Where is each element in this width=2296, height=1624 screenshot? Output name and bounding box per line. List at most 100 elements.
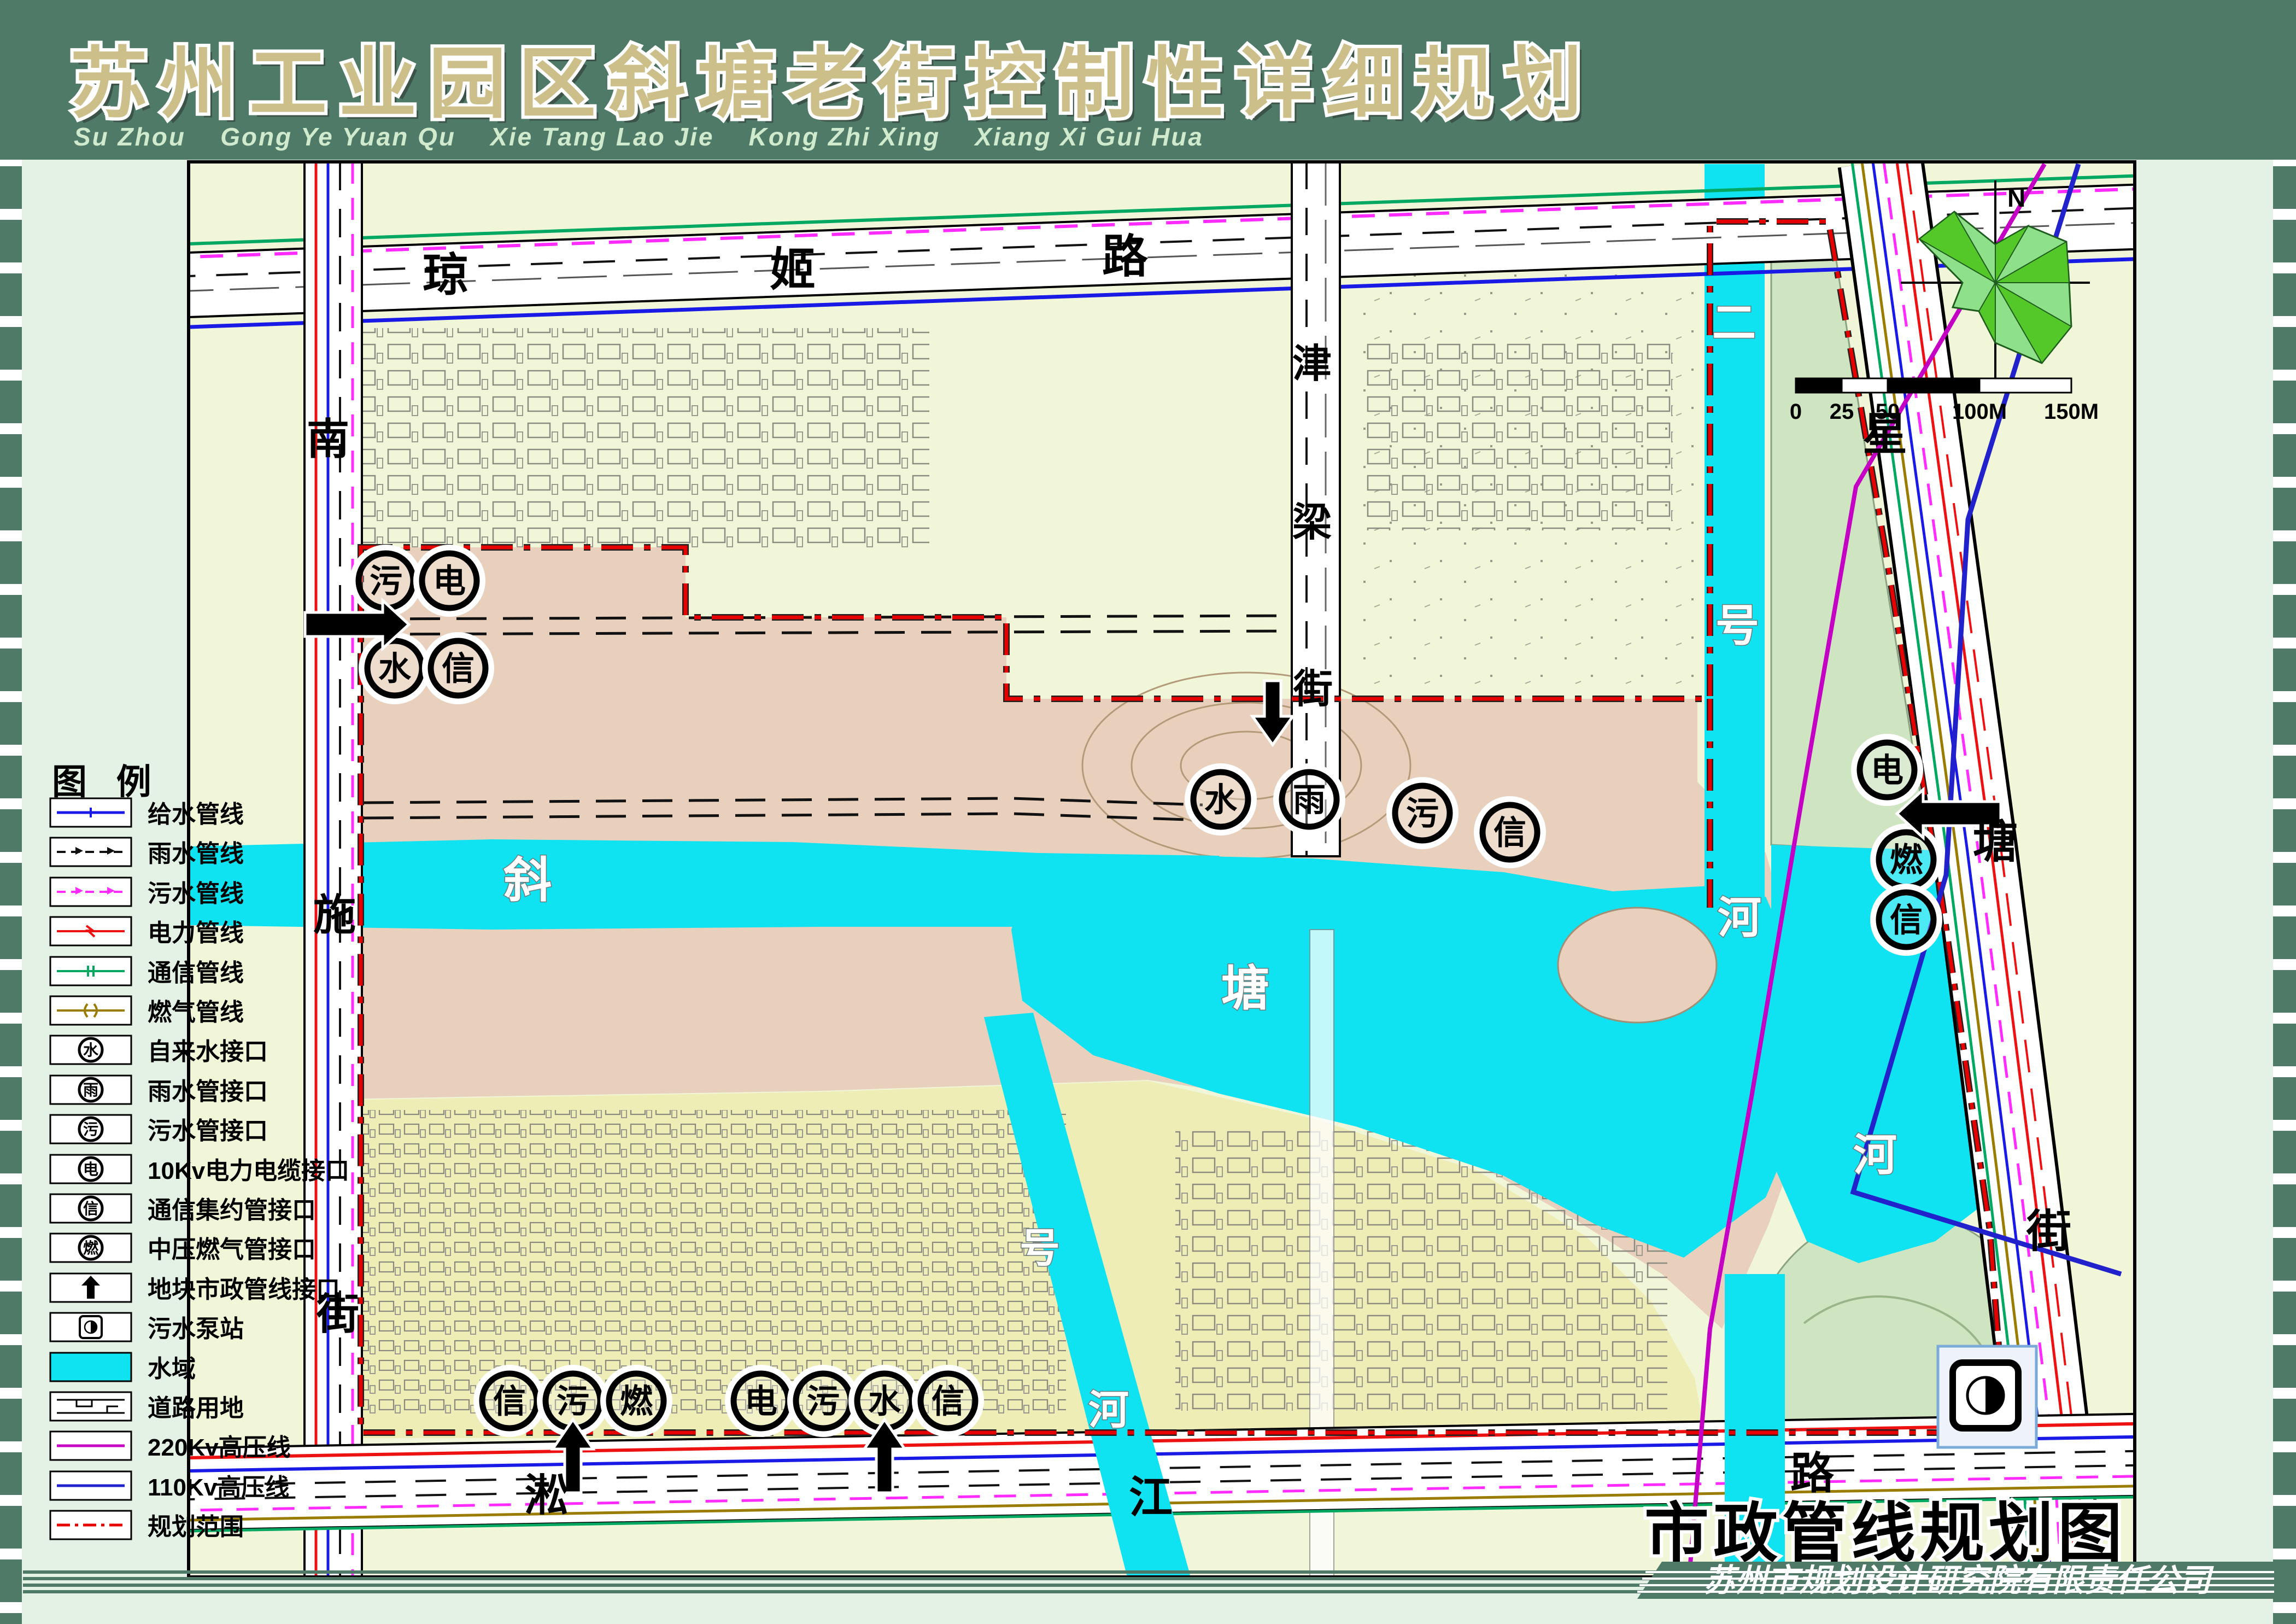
svg-text:通信集约管接口: 通信集约管接口: [148, 1197, 316, 1224]
sheet-title: 市政管线规划图: [1644, 1498, 2127, 1570]
compass-north-label: N: [2007, 184, 2025, 212]
svg-text:水: 水: [83, 1042, 99, 1059]
marker-circle: 水: [1190, 769, 1251, 830]
svg-text:燃: 燃: [83, 1240, 99, 1257]
svg-text:电力管线: 电力管线: [148, 920, 244, 947]
svg-text:燃: 燃: [1890, 842, 1923, 879]
svg-text:燃: 燃: [620, 1383, 653, 1420]
svg-text:雨: 雨: [1293, 782, 1326, 819]
svg-text:号: 号: [1715, 601, 1759, 650]
svg-text:河: 河: [1853, 1131, 1897, 1179]
river-island: [1558, 908, 1717, 1023]
svg-text:100M: 100M: [1952, 400, 2007, 424]
svg-text:水域: 水域: [148, 1356, 196, 1382]
svg-text:琼: 琼: [423, 249, 468, 301]
company-name: 苏州市规划设计研究院有限责任公司: [1703, 1563, 2214, 1598]
svg-text:二: 二: [1712, 299, 1756, 347]
svg-text:河: 河: [1088, 1387, 1129, 1433]
svg-text:水: 水: [378, 651, 412, 687]
svg-text:施: 施: [313, 891, 356, 939]
pump-station-symbol: [80, 1316, 102, 1338]
svg-text:信: 信: [932, 1383, 964, 1420]
svg-text:通信管线: 通信管线: [148, 960, 244, 986]
marker-circle: 水: [364, 638, 425, 699]
svg-text:50: 50: [1876, 400, 1900, 424]
page-title: 苏州工业园区斜塘老街控制性详细规划: [70, 40, 1594, 127]
svg-text:110Kv高压线: 110Kv高压线: [148, 1474, 289, 1501]
svg-text:自来水接口: 自来水接口: [148, 1038, 268, 1065]
planning-map-sheet: 苏州工业园区斜塘老街控制性详细规划 苏州工业园区斜塘老街控制性详细规划 Su Z…: [0, 0, 2296, 1624]
marker-circle: 信: [479, 1370, 540, 1432]
legend-title: 图 例: [52, 762, 161, 802]
svg-text:街: 街: [1293, 668, 1333, 711]
svg-text:电: 电: [1871, 752, 1903, 789]
marker-circle: 信: [427, 638, 489, 699]
right-film-strip: [2273, 160, 2296, 1624]
svg-text:地块市政管线接口: 地块市政管线接口: [148, 1276, 340, 1303]
marker-circle: 燃: [1876, 829, 1937, 890]
svg-text:中压燃气管接口: 中压燃气管接口: [148, 1236, 316, 1263]
svg-text:污: 污: [557, 1383, 589, 1420]
svg-text:雨水管接口: 雨水管接口: [148, 1078, 268, 1105]
marker-circle: 污: [1392, 782, 1453, 844]
svg-text:水: 水: [868, 1383, 901, 1420]
svg-text:信: 信: [1493, 815, 1526, 851]
svg-text:江: 江: [1129, 1473, 1173, 1522]
marker-circle: 信: [1876, 889, 1937, 950]
svg-text:信: 信: [442, 651, 475, 687]
title-band: 苏州工业园区斜塘老街控制性详细规划 苏州工业园区斜塘老街控制性详细规划 Su Z…: [0, 0, 2296, 160]
svg-text:雨: 雨: [83, 1082, 98, 1099]
svg-text:电: 电: [745, 1383, 777, 1420]
residential-northeast: [1367, 339, 1673, 530]
svg-text:污水泵站: 污水泵站: [148, 1316, 244, 1342]
marker-circle: 信: [917, 1370, 979, 1432]
svg-text:梁: 梁: [1292, 501, 1332, 545]
marker-circle: 电: [730, 1370, 792, 1432]
svg-text:淞: 淞: [525, 1471, 569, 1520]
marker-circle: 雨: [1279, 769, 1340, 830]
svg-text:信: 信: [493, 1383, 526, 1420]
road-nanshi[interactable]: [304, 162, 362, 1577]
pump-station: [1938, 1346, 2036, 1447]
svg-text:南: 南: [307, 415, 349, 463]
svg-text:电: 电: [433, 563, 466, 600]
svg-text:街: 街: [2026, 1207, 2071, 1257]
marker-circle: 电: [1856, 739, 1918, 801]
svg-text:燃气管线: 燃气管线: [148, 999, 244, 1026]
svg-text:污水管接口: 污水管接口: [148, 1118, 268, 1144]
svg-text:10Kv电力电缆接口: 10Kv电力电缆接口: [148, 1158, 349, 1184]
svg-text:污: 污: [83, 1121, 98, 1138]
svg-text:规划范围: 规划范围: [148, 1514, 244, 1540]
svg-text:220Kv高压线: 220Kv高压线: [148, 1434, 291, 1461]
svg-text:电: 电: [83, 1161, 98, 1178]
left-film-strip: [0, 160, 22, 1624]
marker-circle: 燃: [606, 1370, 667, 1432]
svg-text:给水管线: 给水管线: [148, 801, 244, 828]
svg-text:污: 污: [1406, 796, 1439, 832]
svg-text:塘: 塘: [1221, 961, 1269, 1015]
marker-circle: 信: [1479, 802, 1541, 863]
svg-text:路: 路: [1790, 1449, 1835, 1498]
svg-text:污: 污: [370, 563, 402, 600]
svg-text:150M: 150M: [2044, 400, 2099, 424]
svg-text:塘: 塘: [1973, 817, 2018, 867]
svg-text:津: 津: [1292, 342, 1332, 386]
svg-text:道路用地: 道路用地: [148, 1395, 244, 1422]
marker-circle: 污: [793, 1370, 854, 1432]
svg-text:河: 河: [1718, 893, 1761, 942]
marker-circle: 电: [419, 550, 480, 611]
page-title-pinyin: Su Zhou Gong Ye Yuan Qu Xie Tang Lao Jie…: [74, 122, 1204, 151]
svg-text:信: 信: [83, 1200, 98, 1217]
svg-text:污: 污: [807, 1383, 840, 1420]
svg-text:0: 0: [1790, 400, 1802, 424]
svg-text:姬: 姬: [770, 244, 816, 295]
svg-text:雨水管线: 雨水管线: [148, 840, 244, 867]
svg-text:斜: 斜: [503, 853, 552, 907]
svg-text:水: 水: [1204, 782, 1238, 819]
residential-north: [339, 328, 929, 550]
svg-text:信: 信: [1890, 902, 1923, 939]
svg-text:路: 路: [1102, 231, 1149, 282]
svg-text:25: 25: [1830, 400, 1854, 424]
svg-text:号: 号: [1020, 1225, 1060, 1271]
svg-text:污水管线: 污水管线: [148, 880, 244, 907]
